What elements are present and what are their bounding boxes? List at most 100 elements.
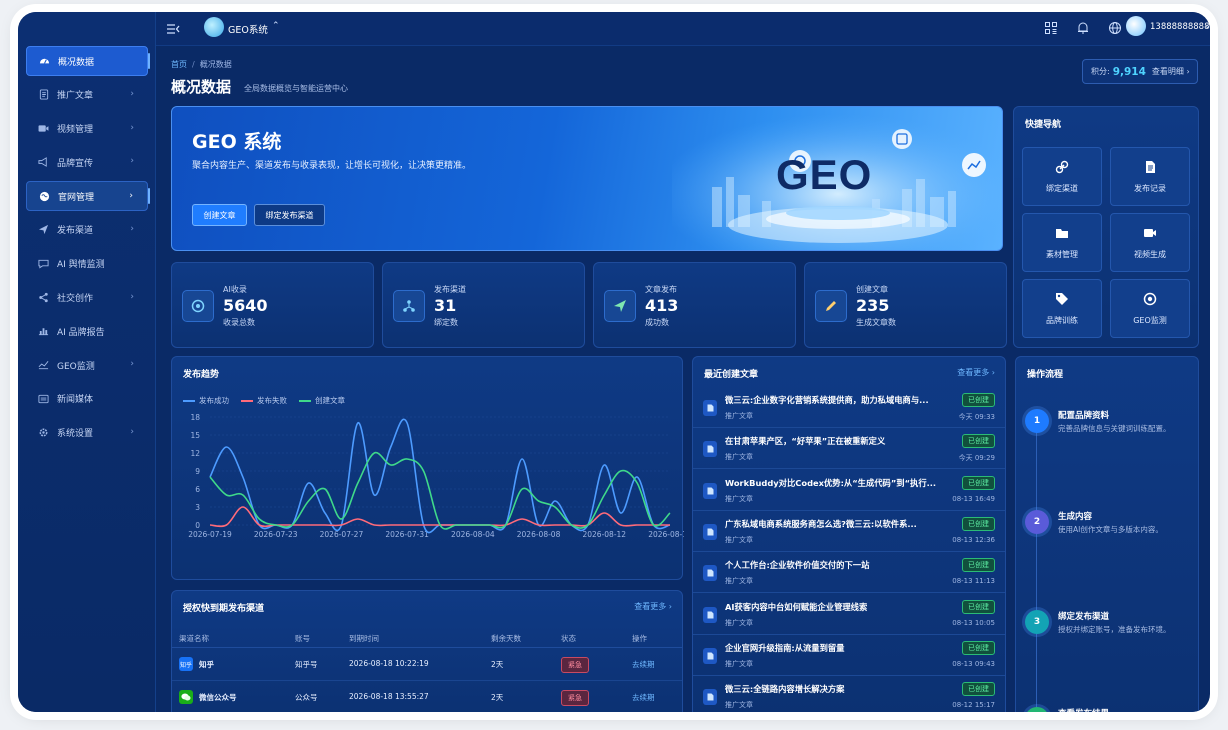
article-title[interactable]: 微三云:企业数字化营销系统提供商，助力私域电商与... [725, 394, 940, 406]
quick-nav-publish-log[interactable]: 发布记录 [1110, 147, 1190, 206]
system-logo [204, 17, 224, 37]
sidebar-item-settings[interactable]: 系统设置 › [26, 418, 148, 448]
system-name[interactable]: GEO系统 [228, 22, 268, 36]
stat-card-channels[interactable]: 发布渠道 31 绑定数 [382, 262, 585, 348]
article-title[interactable]: 在甘肃苹果产区，“好苹果”正在被重新定义 [725, 435, 940, 447]
article-title[interactable]: AI获客内容中台如何赋能企业管理线索 [725, 601, 940, 613]
stat-label: 创建文章 [856, 285, 888, 294]
list-item[interactable]: 在甘肃苹果产区，“好苹果”正在被重新定义 推广文章 已创建 今天 09:29 [693, 428, 1005, 470]
user-name[interactable]: 13888888888 [1150, 22, 1210, 32]
channel-logo-text: 知乎 [179, 661, 192, 669]
quick-nav-title: 快捷导航 [1025, 120, 1062, 130]
quick-nav-bind-channel[interactable]: 绑定渠道 [1022, 147, 1102, 206]
app-window: 概况数据 推广文章 › 视频管理 › 品牌宣传 › 官网管理 › 发布渠道 › … [18, 12, 1210, 712]
list-item[interactable]: 企业官网升级指南:从流量到留量 推广文章 已创建 08-13 09:43 [693, 635, 1005, 676]
article-type: 推广文章 [725, 412, 753, 420]
chevron-down-icon[interactable]: ⌄ [1204, 21, 1210, 30]
language-globe-icon[interactable] [1108, 21, 1122, 35]
document-icon [703, 400, 717, 416]
sidebar-item-articles[interactable]: 推广文章 › [26, 80, 148, 110]
sidebar-item-geo-monitor[interactable]: GEO监测 › [26, 350, 148, 380]
sidebar-item-report[interactable]: AI 品牌报告 [26, 316, 148, 346]
bind-channel-button[interactable]: 绑定发布渠道 [254, 204, 325, 226]
column-header: 操作 [632, 634, 647, 643]
article-title[interactable]: 企业官网升级指南:从流量到留量 [725, 642, 940, 654]
article-time: 08-13 09:43 [952, 659, 995, 668]
article-type: 推广文章 [725, 577, 753, 586]
article-type: 推广文章 [725, 659, 753, 668]
tag-icon [1056, 292, 1068, 305]
chevron-up-icon[interactable]: ⌃ [272, 21, 280, 31]
list-item[interactable]: 个人工作台:企业软件价值交付的下一站 推广文章 已创建 08-13 11:13 [693, 552, 1005, 594]
status-badge: 已创建 [962, 475, 995, 490]
renew-link[interactable]: 去续期 [632, 692, 655, 703]
stat-card-published[interactable]: 文章发布 413 成功数 [593, 262, 796, 348]
share-icon [38, 292, 49, 303]
article-title[interactable]: WorkBuddy对比Codex优势:从“生成代码”到“执行... [725, 477, 940, 489]
renew-link[interactable]: 去续期 [632, 659, 655, 670]
quick-nav-brand-training[interactable]: 品牌训练 [1022, 279, 1102, 338]
sidebar-item-news[interactable]: 新闻媒体 [26, 384, 148, 414]
create-article-button[interactable]: 创建文章 [192, 204, 247, 226]
active-indicator [148, 53, 150, 69]
channel-logo: 知乎 [179, 657, 193, 671]
article-title[interactable]: 个人工作台:企业软件价值交付的下一站 [725, 559, 940, 571]
sidebar-item-channels[interactable]: 发布渠道 › [26, 215, 148, 245]
column-header: 账号 [295, 634, 310, 643]
send-icon [604, 290, 636, 322]
breadcrumb-separator: / [192, 60, 195, 69]
article-time: 今天 09:33 [958, 413, 995, 421]
bell-icon[interactable] [1076, 21, 1090, 35]
article-title[interactable]: 微三云:全链路内容增长解决方案 [725, 683, 940, 695]
sidebar-item-brand[interactable]: 品牌宣传 › [26, 147, 148, 177]
sidebar-item-video[interactable]: 视频管理 › [26, 114, 148, 144]
sidebar-item-overview[interactable]: 概况数据 [26, 46, 150, 76]
list-item[interactable]: 广东私域电商系统服务商怎么选?微三云:以软件系... 推广文章 已创建 08-13 1… [693, 511, 1005, 552]
quick-nav-materials[interactable]: 素材管理 [1022, 213, 1102, 272]
hero-geo-emblem: GEO [776, 151, 873, 198]
stat-card-ai-index[interactable]: AI收录 5640 收录总数 [171, 262, 374, 348]
menu-collapse-icon[interactable] [166, 22, 180, 36]
x-tick-label: 2026-08-16 [648, 530, 684, 539]
globe-icon [39, 191, 50, 202]
network-icon [393, 290, 425, 322]
step-title: 配置品牌资料 [1058, 411, 1110, 421]
grid-icon[interactable] [1044, 21, 1058, 35]
sidebar-item-social[interactable]: 社交创作 › [26, 283, 148, 313]
points-box[interactable]: 积分: 9,914 查看明细 › [1082, 59, 1198, 84]
avatar[interactable] [1126, 16, 1146, 36]
document-icon [703, 647, 717, 664]
list-item[interactable]: AI获客内容中台如何赋能企业管理线索 推广文章 已创建 08-13 10:05 [693, 594, 1005, 635]
table-header: 渠道名称 账号 到期时间 剩余天数 状态 操作 [172, 628, 682, 648]
stat-value: 235 [856, 296, 890, 315]
recent-more-link[interactable]: 查看更多 › [957, 367, 995, 378]
list-item[interactable]: 微三云:全链路内容增长解决方案 推广文章 已创建 08-12 15:17 [693, 676, 1005, 712]
status-badge: 已创建 [962, 640, 995, 655]
quick-nav-geo-monitor[interactable]: GEO监测 [1110, 279, 1190, 338]
article-title[interactable]: 广东私域电商系统服务商怎么选?微三云:以软件系... [725, 518, 940, 530]
stat-card-created[interactable]: 创建文章 235 生成文章数 [804, 262, 1007, 348]
status-badge: 紧急 [561, 690, 589, 706]
points-detail-link[interactable]: 查看明细 › [1152, 66, 1190, 77]
breadcrumb-home[interactable]: 首页 [171, 60, 187, 69]
quick-nav-video-gen[interactable]: 视频生成 [1110, 213, 1190, 272]
stat-label: 文章发布 [645, 285, 677, 294]
document-icon [38, 89, 49, 100]
step-title: 绑定发布渠道 [1058, 612, 1110, 622]
line-chart-icon [38, 360, 49, 371]
stat-sub: 生成文章数 [856, 318, 896, 327]
channel-name: 知乎 [199, 660, 214, 669]
sidebar-item-label: 概况数据 [58, 57, 95, 68]
pencil-icon [815, 290, 847, 322]
folder-icon [1056, 228, 1068, 238]
channels-more-link[interactable]: 查看更多 › [634, 601, 672, 612]
list-item[interactable]: WorkBuddy对比Codex优势:从“生成代码”到“执行... 推广文章 已创建… [693, 470, 1005, 511]
sidebar-item-label: 品牌宣传 [57, 158, 94, 169]
stat-value: 31 [434, 296, 457, 315]
list-item[interactable]: 微三云:企业数字化营销系统提供商，助力私域电商与... 推广文章 已创建 今天 09:… [693, 387, 1005, 428]
sidebar-item-website[interactable]: 官网管理 › [26, 181, 150, 212]
hero-banner: GEO 系统 聚合内容生产、渠道发布与收录表现，让增长可视化，让决策更精准。 创… [171, 106, 1003, 251]
channel-name: 微信公众号 [199, 693, 237, 702]
sidebar-item-sentiment[interactable]: AI 舆情监测 [26, 249, 148, 279]
y-tick-label: 9 [195, 467, 200, 476]
